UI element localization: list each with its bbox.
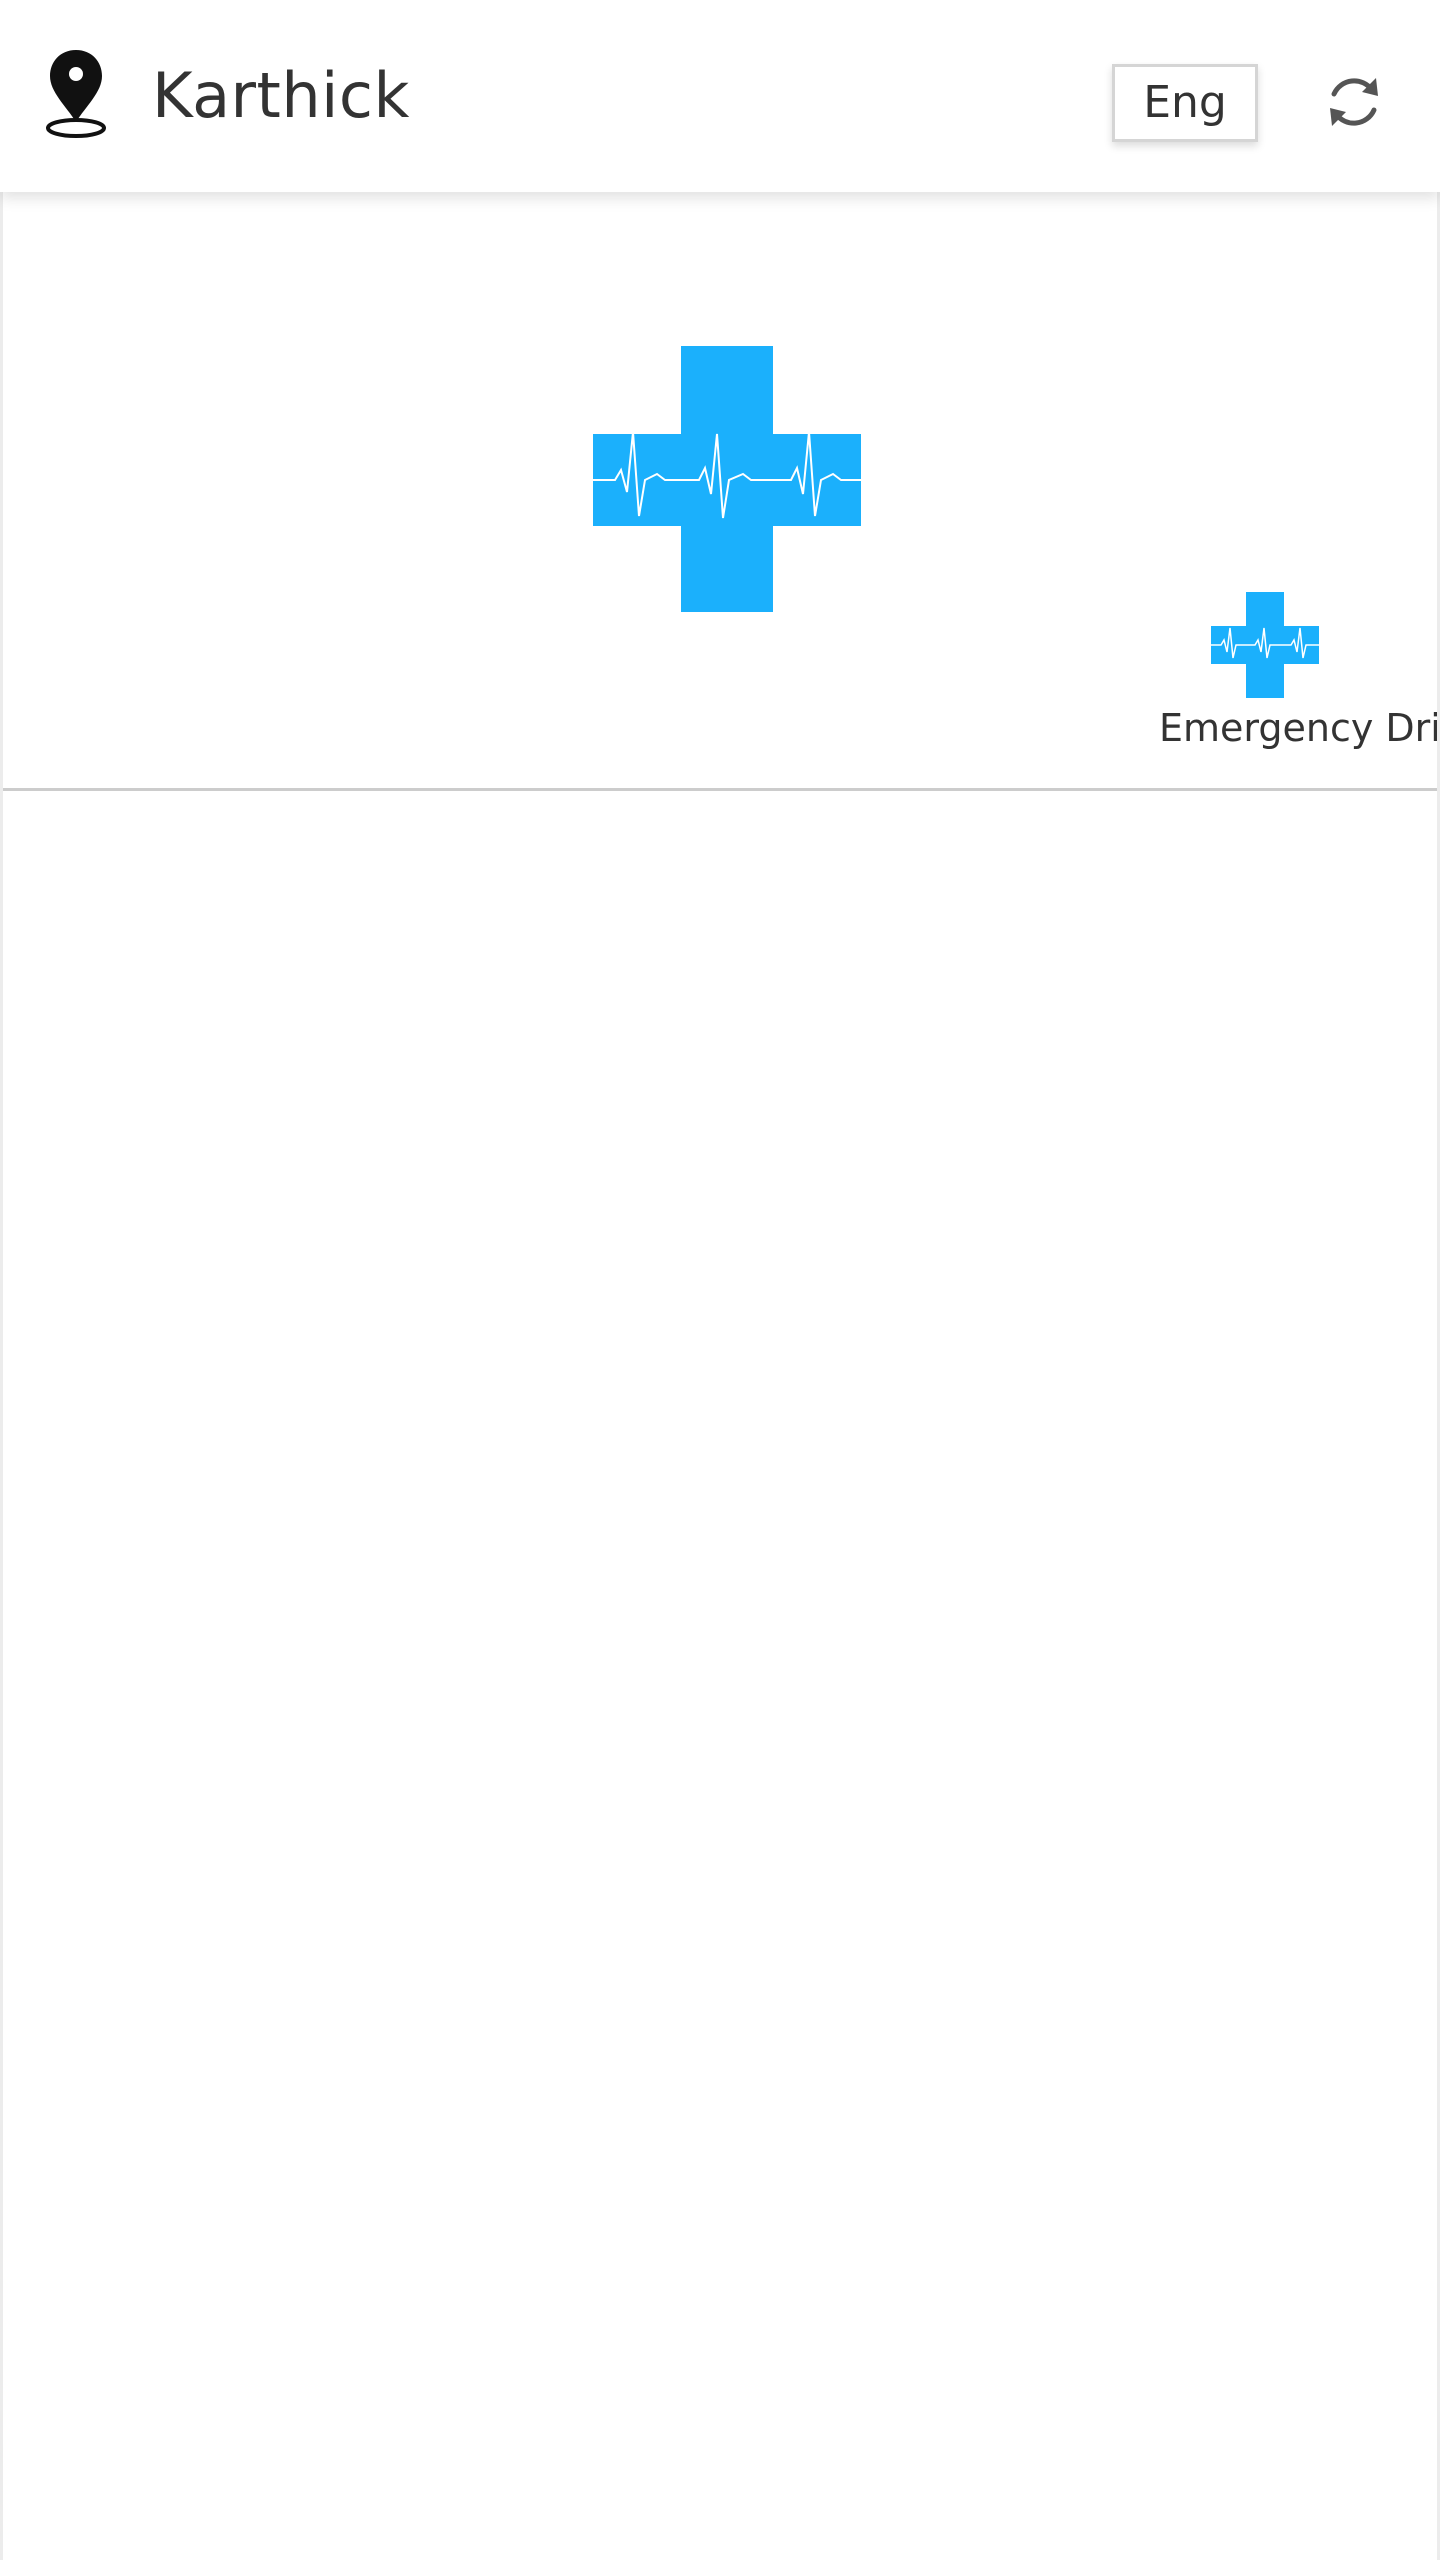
- main-content: Emergency Dril: [0, 192, 1440, 2560]
- app-root: Karthick Eng Emergency Dril: [0, 0, 1440, 2560]
- medical-cross-heartbeat-icon: [1211, 592, 1319, 698]
- language-button[interactable]: Eng: [1112, 64, 1258, 142]
- top-app-bar: Karthick Eng: [0, 0, 1440, 192]
- medical-cross-heartbeat-icon: [593, 346, 861, 612]
- emergency-drill-tile[interactable]: Emergency Dril: [1137, 592, 1437, 772]
- banner-section: Emergency Dril: [3, 192, 1437, 791]
- refresh-icon[interactable]: [1322, 70, 1386, 134]
- user-name-title: Karthick: [152, 59, 410, 132]
- emergency-drill-label: Emergency Dril: [1159, 706, 1437, 750]
- location-pin-icon[interactable]: [44, 48, 108, 140]
